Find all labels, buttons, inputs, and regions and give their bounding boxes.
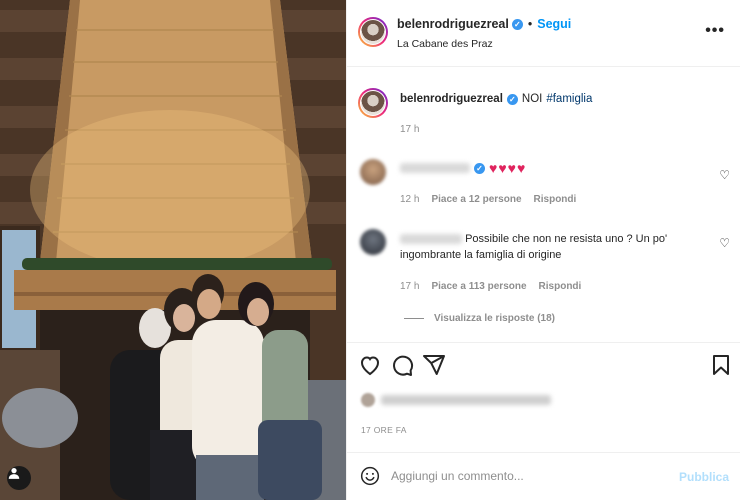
comment-like-heart-icon[interactable]: ♡ [719, 168, 730, 182]
hashtag-link[interactable]: #famiglia [546, 93, 592, 105]
commenter-avatar[interactable] [360, 159, 386, 185]
comment-meta: 12 h Piace a 12 persone Rispondi [400, 194, 576, 205]
smiley-icon[interactable] [360, 466, 380, 486]
reply-button[interactable]: Rispondi [539, 281, 582, 292]
comment-icon[interactable] [390, 353, 414, 377]
comment-meta: 17 h Piace a 113 persone Rispondi [400, 281, 581, 292]
post-header: belenrodriguezreal ✓ • Segui La Cabane d… [347, 0, 740, 67]
post-photo[interactable] [0, 0, 346, 500]
location-link[interactable]: La Cabane des Praz [397, 38, 493, 50]
follow-button[interactable]: Segui [537, 17, 571, 31]
bookmark-icon[interactable] [709, 353, 733, 377]
caption-text: NOI [521, 93, 543, 105]
view-replies-label: Visualizza le risposte (18) [434, 313, 555, 324]
comment-input[interactable] [391, 466, 671, 486]
publish-button[interactable]: Pubblica [679, 470, 729, 484]
commenter-username-blurred[interactable] [400, 163, 470, 173]
commenter-username-blurred[interactable] [400, 234, 462, 245]
add-comment-bar: Pubblica [347, 452, 740, 500]
post-detail-panel: belenrodriguezreal ✓ • Segui La Cabane d… [346, 0, 740, 500]
paper-plane-icon[interactable] [422, 353, 446, 377]
author-username[interactable]: belenrodriguezreal [397, 17, 509, 31]
comment-likes[interactable]: Piace a 12 persone [431, 194, 521, 205]
caption-time[interactable]: 17 h [400, 124, 419, 135]
caption: belenrodriguezreal ✓ NOI #famiglia [400, 93, 592, 105]
comment-likes[interactable]: Piace a 113 persone [431, 281, 526, 292]
comment-item: ✓ ♥♥♥♥ [400, 160, 526, 176]
comment-time[interactable]: 17 h [400, 281, 419, 292]
comment-time[interactable]: 12 h [400, 194, 419, 205]
reply-button[interactable]: Rispondi [534, 194, 577, 205]
heart-icon[interactable] [358, 353, 382, 377]
verified-badge-icon: ✓ [506, 93, 518, 105]
user-tag-icon[interactable] [7, 466, 31, 490]
comment-like-heart-icon[interactable]: ♡ [719, 236, 730, 250]
caption-username[interactable]: belenrodriguezreal [400, 93, 503, 105]
likes-summary-blurred[interactable] [361, 393, 551, 407]
separator-dot: • [527, 17, 533, 31]
comment-text: ♥♥♥♥ [489, 160, 527, 176]
likes-text-blurred [381, 395, 551, 405]
replies-divider [404, 318, 424, 319]
comment-item: Possibile che non ne resista uno ? Un po… [400, 231, 700, 263]
verified-badge-icon: ✓ [511, 18, 523, 30]
post-actions [347, 342, 740, 392]
caption-avatar[interactable] [358, 88, 388, 118]
verified-badge-icon: ✓ [474, 162, 485, 174]
view-replies-button[interactable]: Visualizza le risposte (18) [404, 313, 555, 324]
commenter-avatar[interactable] [360, 229, 386, 255]
post-timestamp[interactable]: 17 ORE FA [361, 425, 407, 435]
liker-avatar [361, 393, 375, 407]
photo-illustration [0, 0, 346, 500]
author-avatar[interactable] [358, 17, 388, 47]
more-options-icon[interactable]: ••• [705, 22, 725, 40]
